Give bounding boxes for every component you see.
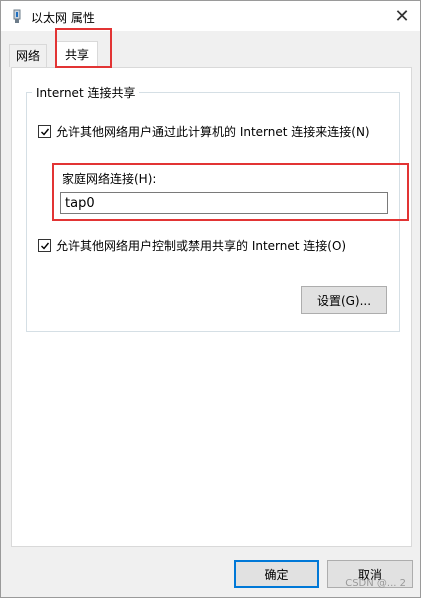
window-title: 以太网 属性: [31, 11, 95, 25]
tab-network[interactable]: 网络: [9, 44, 48, 67]
allow-control-row[interactable]: 允许其他网络用户控制或禁用共享的 Internet 连接(O): [38, 237, 346, 254]
ok-button[interactable]: 确定: [234, 560, 319, 588]
allow-connect-row[interactable]: 允许其他网络用户通过此计算机的 Internet 连接来连接(N): [38, 123, 370, 140]
checkmark-icon: [40, 128, 49, 136]
checkmark-icon: [40, 242, 49, 250]
close-icon: ✕: [394, 5, 410, 27]
allow-connect-checkbox[interactable]: [38, 125, 51, 138]
ics-group-title: Internet 连接共享: [32, 84, 140, 101]
allow-connect-label: 允许其他网络用户通过此计算机的 Internet 连接来连接(N): [56, 125, 370, 139]
properties-dialog: 以太网 属性 ✕ 网络 共享 Internet 连接共享 允许其他网络用户通过此…: [0, 0, 421, 598]
allow-control-label: 允许其他网络用户控制或禁用共享的 Internet 连接(O): [56, 239, 347, 253]
home-network-field[interactable]: tap0: [60, 192, 388, 214]
title-bar[interactable]: 以太网 属性 ✕: [1, 1, 420, 31]
sharing-panel: Internet 连接共享 允许其他网络用户通过此计算机的 Internet 连…: [11, 67, 412, 547]
allow-control-checkbox[interactable]: [38, 239, 51, 252]
network-adapter-icon: [11, 9, 23, 25]
settings-button[interactable]: 设置(G)...: [301, 286, 387, 314]
tab-sharing[interactable]: 共享: [56, 41, 99, 68]
home-network-label: 家庭网络连接(H):: [62, 172, 157, 186]
watermark: CSDN @... 2: [345, 578, 406, 589]
close-button[interactable]: ✕: [384, 1, 420, 31]
